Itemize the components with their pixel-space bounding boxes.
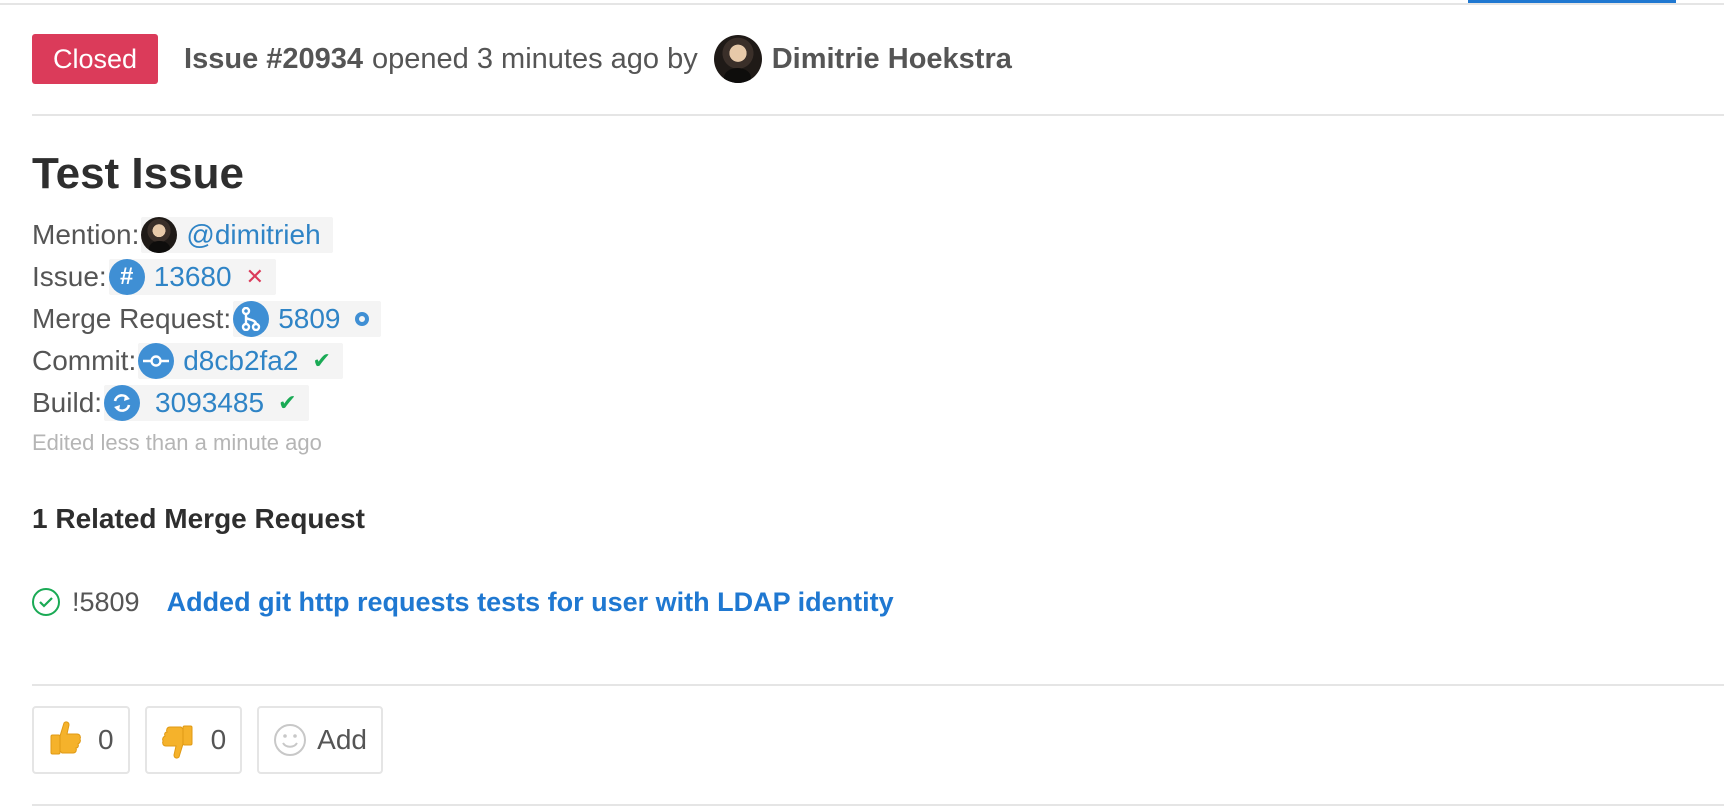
author-avatar[interactable] xyxy=(713,35,762,83)
thumbs-down-count: 0 xyxy=(210,724,227,755)
issue-reference: Issue #20934 xyxy=(184,42,364,75)
avatar xyxy=(141,217,178,253)
thumbs-down-button[interactable]: 0 xyxy=(144,706,243,774)
merge-request-label: Merge Request: xyxy=(32,303,232,334)
merge-request-link[interactable]: 5809 xyxy=(278,303,340,335)
commit-label: Commit: xyxy=(32,345,137,376)
commit-icon xyxy=(138,343,175,379)
add-emoji-label: Add xyxy=(317,724,367,755)
thumbs-down-icon xyxy=(161,720,195,760)
smiley-icon xyxy=(273,723,307,757)
merge-request-line: Merge Request: 5809 xyxy=(32,298,381,340)
x-icon: ✕ xyxy=(245,264,265,289)
active-tab-indicator xyxy=(1468,0,1676,3)
issue-reference[interactable]: # 13680 ✕ xyxy=(108,259,277,295)
header-divider xyxy=(32,114,1724,116)
thumbs-up-count: 0 xyxy=(98,724,114,755)
mention-label: Mention: xyxy=(32,219,140,250)
list-item[interactable]: !5809 Added git http requests tests for … xyxy=(32,584,894,620)
issue-description: Mention: @dimitrieh Issue: # 13680 ✕ Mer… xyxy=(32,214,381,424)
mention-reference[interactable]: @dimitrieh xyxy=(141,217,333,253)
thumbs-up-icon xyxy=(48,720,82,760)
issue-title: Test Issue xyxy=(32,149,244,198)
merge-request-icon xyxy=(233,301,270,337)
mention-link[interactable]: @dimitrieh xyxy=(186,219,320,251)
open-circle-icon xyxy=(354,306,369,332)
award-emoji-bar: 0 0 Add xyxy=(32,706,398,774)
hash-icon: # xyxy=(108,259,145,295)
issue-header: Closed Issue #20934 opened 3 minutes ago… xyxy=(32,34,1012,84)
issue-page: Closed Issue #20934 opened 3 minutes ago… xyxy=(0,0,1724,808)
awards-divider-bottom xyxy=(32,804,1724,806)
build-icon xyxy=(104,385,141,421)
status-badge: Closed xyxy=(32,34,159,84)
build-reference[interactable]: 3093485 ✔ xyxy=(104,385,309,421)
check-icon: ✔ xyxy=(312,348,331,373)
commit-line: Commit: d8cb2fa2 ✔ xyxy=(32,340,381,382)
build-link[interactable]: 3093485 xyxy=(155,387,264,419)
check-circle-icon xyxy=(32,588,60,616)
mention-line: Mention: @dimitrieh xyxy=(32,214,381,256)
commit-reference[interactable]: d8cb2fa2 ✔ xyxy=(138,343,343,379)
author-name[interactable]: Dimitrie Hoekstra xyxy=(772,43,1012,76)
issue-line: Issue: # 13680 ✕ xyxy=(32,256,381,298)
related-merge-requests-heading: 1 Related Merge Request xyxy=(32,503,365,534)
awards-divider-top xyxy=(32,684,1724,686)
build-label: Build: xyxy=(32,387,103,418)
merge-request-title-link[interactable]: Added git http requests tests for user w… xyxy=(167,587,894,618)
issue-label: Issue: xyxy=(32,261,107,292)
merge-request-reference[interactable]: 5809 xyxy=(233,301,381,337)
merge-request-ref: !5809 xyxy=(72,586,140,617)
thumbs-up-button[interactable]: 0 xyxy=(32,706,130,774)
check-icon: ✔ xyxy=(278,390,297,415)
edited-note: Edited less than a minute ago xyxy=(32,430,322,455)
issue-link[interactable]: 13680 xyxy=(154,261,232,293)
add-emoji-button[interactable]: Add xyxy=(257,706,383,774)
build-line: Build: 3093485 ✔ xyxy=(32,382,381,424)
opened-text: opened 3 minutes ago by xyxy=(372,42,698,75)
commit-link[interactable]: d8cb2fa2 xyxy=(183,345,298,377)
top-divider xyxy=(0,3,1724,5)
